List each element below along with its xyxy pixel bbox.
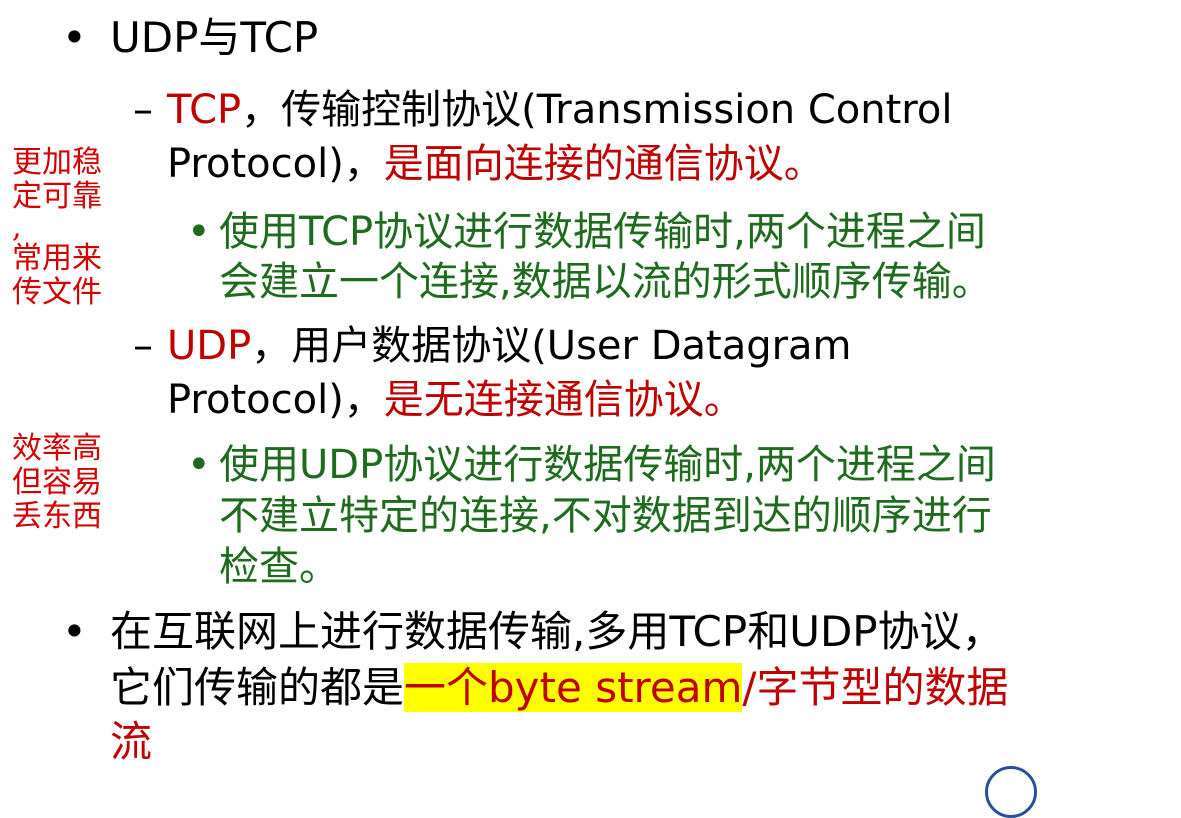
dash-icon: – — [133, 87, 153, 133]
dash-icon: – — [133, 323, 153, 369]
udp-emphasis: 是无连接通信协议。 — [383, 377, 744, 423]
annotation-line: 但容易 — [12, 465, 102, 500]
udp-desc-line1: – UDP，用户数据协议(User Datagram — [133, 322, 852, 370]
tcp-desc-line2: Protocol)，是面向连接的通信协议。 — [167, 140, 824, 188]
annotation-line: , — [12, 210, 22, 245]
university-logo-icon — [985, 766, 1037, 818]
udp-desc-text1: ，用户数据协议(User Datagram — [251, 323, 852, 369]
udp-desc-text2: Protocol)， — [167, 377, 384, 423]
summary-line2: 它们传输的都是一个byte stream/字节型的数据 — [110, 663, 1009, 712]
tcp-desc-line1: – TCP，传输控制协议(Transmission Control — [133, 86, 952, 134]
summary-line3: 流 — [110, 718, 152, 766]
tcp-annotation: 更加稳 定可靠 , 常用来 传文件 — [12, 146, 102, 310]
tcp-detail-line1: • 使用TCP协议进行数据传输时,两个进程之间 — [187, 208, 986, 256]
tcp-detail-text2: 会建立一个连接,数据以流的形式顺序传输。 — [219, 259, 992, 305]
udp-desc-line2: Protocol)，是无连接通信协议。 — [167, 376, 744, 424]
summary-text2: 它们传输的都是 — [110, 663, 405, 712]
annotation-line: 效率高 — [12, 431, 102, 466]
udp-detail-text2: 不建立特定的连接,不对数据到达的顺序进行 — [219, 493, 992, 539]
bullet-icon: • — [187, 209, 211, 255]
summary-line1: • 在互联网上进行数据传输,多用TCP和UDP协议， — [62, 608, 1004, 656]
tcp-emphasis: 是面向连接的通信协议。 — [383, 141, 824, 187]
summary-text1: 在互联网上进行数据传输,多用TCP和UDP协议， — [110, 607, 1004, 656]
bullet-icon: • — [187, 442, 211, 488]
udp-detail-line2: 不建立特定的连接,不对数据到达的顺序进行 — [219, 492, 992, 540]
udp-name: UDP — [167, 323, 252, 369]
bullet-icon: • — [62, 607, 87, 656]
heading-line: • UDP与TCP — [62, 14, 318, 62]
udp-detail-text1: 使用UDP协议进行数据传输时,两个进程之间 — [219, 442, 996, 488]
annotation-line: 定可靠 — [12, 179, 102, 214]
tcp-detail-line2: 会建立一个连接,数据以流的形式顺序传输。 — [219, 258, 992, 306]
tcp-detail-text1: 使用TCP协议进行数据传输时,两个进程之间 — [219, 209, 986, 255]
annotation-line: 传文件 — [12, 275, 102, 310]
bullet-icon: • — [62, 13, 87, 62]
summary-text3: 流 — [110, 717, 153, 766]
tcp-desc-text1: ，传输控制协议(Transmission Control — [241, 87, 953, 133]
udp-detail-line1: • 使用UDP协议进行数据传输时,两个进程之间 — [187, 441, 996, 489]
highlighted-phrase: 一个byte stream — [404, 663, 743, 712]
udp-detail-line3: 检查。 — [219, 543, 339, 591]
annotation-line: 更加稳 — [12, 145, 102, 180]
udp-annotation: 效率高 但容易 丢东西 — [12, 432, 102, 534]
heading-text: UDP与TCP — [110, 13, 319, 62]
tcp-name: TCP — [167, 87, 242, 133]
summary-red-text: /字节型的数据 — [742, 663, 1009, 712]
tcp-desc-text2: Protocol)， — [167, 141, 384, 187]
annotation-line: 丢东西 — [12, 499, 102, 534]
annotation-line: 常用来 — [12, 241, 102, 276]
udp-detail-text3: 检查。 — [219, 544, 339, 590]
